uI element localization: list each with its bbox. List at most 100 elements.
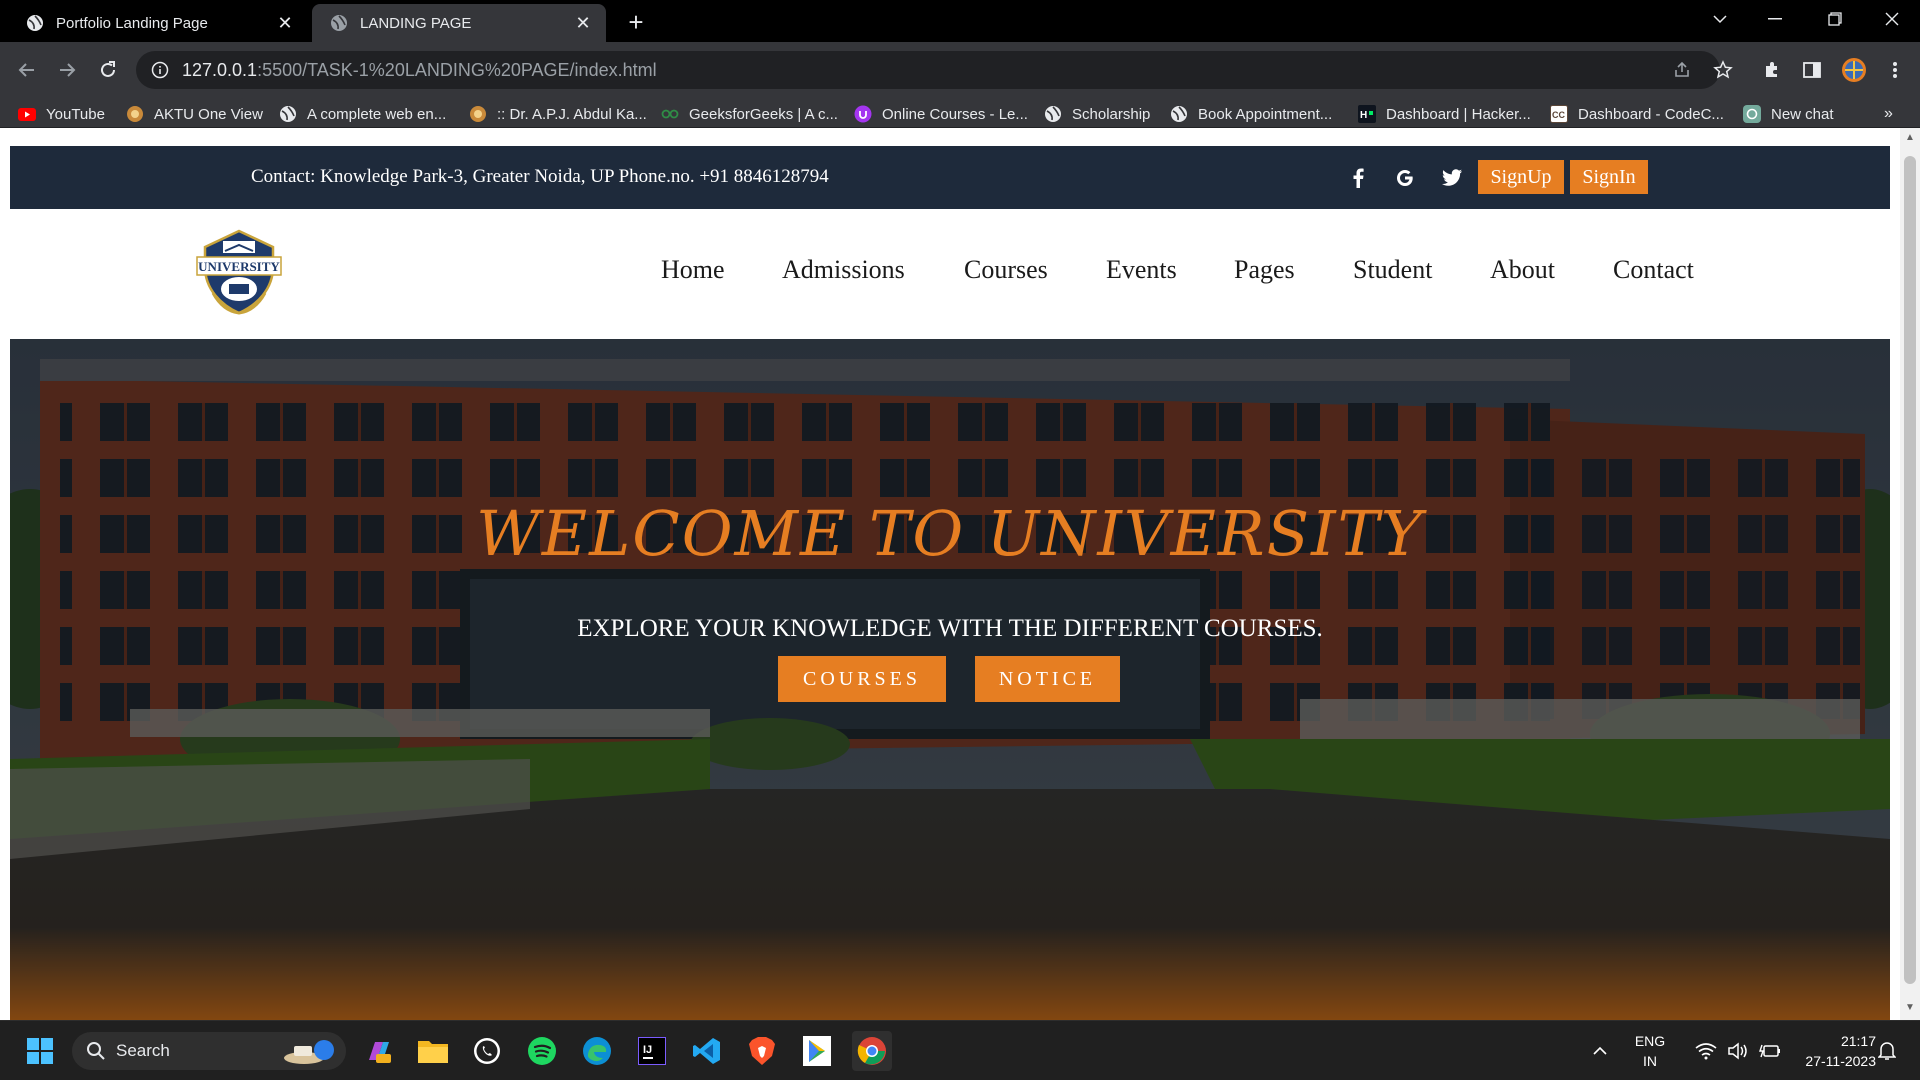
close-tab-icon[interactable]: ✕ [572,12,594,34]
bookmark-label: :: Dr. A.P.J. Abdul Ka... [497,105,647,123]
globe-icon [279,105,297,123]
signin-button[interactable]: SignIn [1570,160,1648,194]
aktu-icon [126,105,144,123]
nav-link-admissions[interactable]: Admissions [782,255,905,285]
clock[interactable]: 21:17 27-11-2023 [1780,1031,1876,1071]
tab-landing-page[interactable]: LANDING PAGE ✕ [312,4,606,42]
search-label: Search [116,1041,170,1060]
signup-button[interactable]: SignUp [1478,160,1564,194]
svg-text:IJ: IJ [643,1044,652,1056]
globe-icon [1170,105,1188,123]
edge-icon[interactable] [577,1031,617,1071]
bookmark-new-chat[interactable]: New chat [1743,102,1834,126]
tab-portfolio-landing-page[interactable]: Portfolio Landing Page ✕ [8,4,308,42]
nav-link-contact[interactable]: Contact [1613,255,1694,285]
browser-toolbar: 127.0.0.1:5500/TASK-1%20LANDING%20PAGE/i… [0,42,1920,98]
reload-icon[interactable] [90,52,126,88]
restore-icon[interactable] [1805,0,1865,38]
spotify-icon[interactable] [522,1031,562,1071]
nav-link-home[interactable]: Home [661,255,725,285]
scroll-thumb[interactable] [1904,156,1916,984]
bookmark-online-courses[interactable]: Online Courses - Le... [854,102,1028,126]
gfg-icon [661,105,679,123]
bookmark-label: Dashboard | Hacker... [1386,105,1531,123]
back-icon[interactable] [9,52,45,88]
nav-link-courses[interactable]: Courses [964,255,1048,285]
hero-subtitle: EXPLORE YOUR KNOWLEDGE WITH THE DIFFEREN… [577,615,1323,642]
vscode-icon[interactable] [687,1031,727,1071]
scroll-down-icon[interactable]: ▼ [1904,1002,1916,1014]
scroll-up-icon[interactable]: ▲ [1904,132,1916,144]
copilot-icon[interactable] [358,1031,398,1071]
url-host: 127.0.0.1 [182,59,258,80]
windows-start-icon[interactable] [20,1031,60,1071]
bookmark-scholarship[interactable]: Scholarship [1044,102,1150,126]
file-explorer-icon[interactable] [413,1031,453,1071]
whatsapp-icon[interactable] [467,1031,507,1071]
language-code: ENG [1634,1033,1666,1049]
globe-icon [331,15,347,31]
region-code: IN [1643,1053,1657,1069]
search-highlight-icon [284,1040,334,1064]
nav-link-events[interactable]: Events [1106,255,1177,285]
bookmark-label: A complete web en... [307,105,447,123]
brave-icon[interactable] [742,1031,782,1071]
facebook-icon[interactable] [1344,164,1372,192]
globe-icon [27,15,43,31]
hero-section: WELCOME TO UNIVERSITY EXPLORE YOUR KNOWL… [10,339,1890,1020]
bookmark-aktu-one-view[interactable]: AKTU One View [126,102,263,126]
bookmark-youtube[interactable]: YouTube [18,102,105,126]
svg-text:CC: CC [1552,110,1565,120]
bookmark-book-appointment[interactable]: Book Appointment... [1170,102,1332,126]
profile-avatar[interactable] [1838,54,1870,86]
svg-text:H: H [1360,110,1367,121]
more-bookmarks-chevron-icon[interactable]: » [1884,102,1893,126]
tab-search-chevron-icon[interactable] [1690,0,1750,38]
page-viewport: Contact: Knowledge Park-3, Greater Noida… [0,128,1900,1020]
notice-button[interactable]: NOTICE [975,656,1120,702]
chrome-icon[interactable] [852,1031,892,1071]
more-menu-icon[interactable] [1879,54,1911,86]
language-indicator[interactable]: ENG IN [1628,1031,1672,1071]
google-icon[interactable] [1391,164,1419,192]
notification-bell-icon[interactable] [1872,1031,1902,1071]
address-bar[interactable]: 127.0.0.1:5500/TASK-1%20LANDING%20PAGE/i… [136,51,1720,89]
intellij-icon[interactable]: IJ [632,1031,672,1071]
battery-charging-icon [1759,1044,1780,1058]
contact-bar: Contact: Knowledge Park-3, Greater Noida… [10,146,1890,209]
extensions-icon[interactable] [1756,54,1788,86]
minimize-icon[interactable] [1745,0,1805,38]
play-store-icon[interactable] [797,1031,837,1071]
url-text: 127.0.0.1:5500/TASK-1%20LANDING%20PAGE/i… [182,60,657,81]
chatgpt-icon [1743,105,1761,123]
twitter-icon[interactable] [1438,164,1466,192]
site-info-icon[interactable] [150,60,170,80]
bookmark-hackerrank[interactable]: H Dashboard | Hacker... [1358,102,1531,126]
new-tab-button[interactable]: + [620,6,652,38]
bookmark-codechef[interactable]: CC Dashboard - CodeC... [1550,102,1724,126]
show-hidden-icons-chevron-icon[interactable] [1582,1031,1618,1071]
nav-link-pages[interactable]: Pages [1234,255,1295,285]
bookmark-star-icon[interactable] [1707,54,1739,86]
taskbar-search[interactable]: Search [72,1032,346,1070]
courses-button[interactable]: COURSES [778,656,946,702]
bookmark-apj-abdul[interactable]: :: Dr. A.P.J. Abdul Ka... [469,102,647,126]
side-panel-icon[interactable] [1796,54,1828,86]
bookmark-label: GeeksforGeeks | A c... [689,105,838,123]
close-tab-icon[interactable]: ✕ [274,12,296,34]
nav-link-student[interactable]: Student [1353,255,1432,285]
campus-building-image [10,339,1890,1020]
share-icon[interactable] [1666,54,1698,86]
tab-title: LANDING PAGE [360,14,472,32]
bookmark-complete-web[interactable]: A complete web en... [279,102,446,126]
bookmark-label: New chat [1771,105,1834,123]
close-window-icon[interactable] [1862,0,1920,38]
bookmark-geeksforgeeks[interactable]: GeeksforGeeks | A c... [661,102,838,126]
nav-link-about[interactable]: About [1490,255,1555,285]
url-path: :5500/TASK-1%20LANDING%20PAGE/index.html [257,59,657,80]
logo-text: UNIVERSITY [198,259,280,274]
page-scrollbar[interactable]: ▲ ▼ [1900,128,1920,1020]
forward-icon[interactable] [49,52,85,88]
university-logo[interactable]: UNIVERSITY [193,227,285,319]
hero-title: WELCOME TO UNIVERSITY [476,497,1424,570]
